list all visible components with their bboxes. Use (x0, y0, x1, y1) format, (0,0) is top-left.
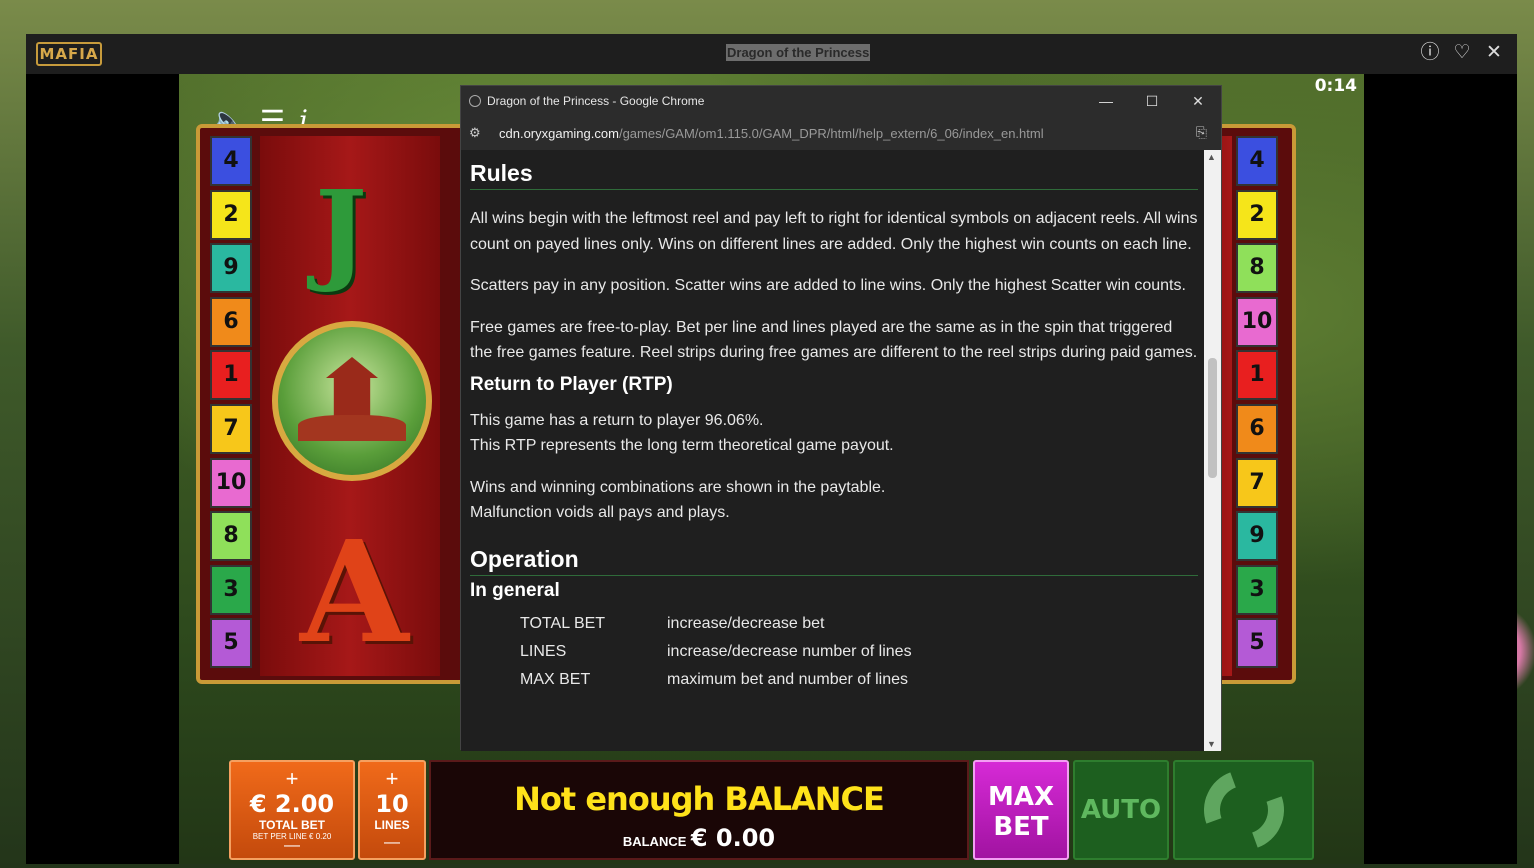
info-icon[interactable]: ⓘ (1419, 42, 1441, 64)
symbol-j: J (315, 166, 368, 295)
symbol-pagoda-bridge (272, 321, 432, 481)
globe-icon (469, 95, 481, 107)
rules-paragraph-1: All wins begin with the leftmost reel an… (470, 210, 1198, 253)
rules-paragraph-3: Free games are free-to-play. Bet per lin… (470, 318, 1198, 362)
rtp-paragraph-2: This RTP represents the long term theore… (470, 437, 894, 454)
table-desc: increase/decrease bet (667, 614, 825, 632)
address-bar[interactable]: ⚙ cdn.oryxgaming.com/games/GAM/om1.115.0… (461, 116, 1221, 150)
right-line-number[interactable]: 6 (1236, 403, 1278, 454)
right-line-numbers: 4 2 8 10 1 6 7 9 3 5 (1236, 136, 1280, 672)
table-row: MAX BET maximum bet and number of lines (510, 670, 922, 698)
spin-button[interactable] (1173, 756, 1314, 864)
table-desc: maximum bet and number of lines (667, 670, 908, 688)
minus-icon[interactable]: — (231, 838, 353, 854)
game-title: Dragon of the Princess (726, 44, 871, 61)
minus-icon[interactable]: — (360, 835, 424, 851)
total-bet-button[interactable]: + € 2.00 TOTAL BET BET PER LINE € 0.20 — (229, 760, 355, 860)
right-line-number[interactable]: 3 (1236, 564, 1278, 615)
left-line-number[interactable]: 5 (210, 618, 252, 669)
message-panel: Not enough BALANCE BALANCE € 0.00 (429, 760, 969, 860)
bridge-shape (298, 415, 406, 441)
left-line-number[interactable]: 7 (210, 403, 252, 454)
lines-button[interactable]: + 10 LINES — (358, 760, 426, 860)
window-buttons: — ☐ ✕ (1083, 86, 1221, 116)
rules-heading: Rules (470, 160, 1198, 190)
rtp-paragraph-1: This game has a return to player 96.06%. (470, 411, 764, 429)
translate-icon[interactable]: ⎘ (1196, 124, 1207, 141)
minimize-icon[interactable]: — (1083, 86, 1129, 116)
auto-button[interactable]: AUTO (1073, 760, 1169, 860)
rules-paragraph-2: Scatters pay in any position. Scatter wi… (470, 277, 1186, 294)
in-general-heading: In general (470, 579, 560, 601)
spin-icon (1190, 756, 1297, 864)
max-bet-label-2: BET (993, 812, 1049, 842)
left-line-number[interactable]: 9 (210, 243, 252, 294)
pagoda-shape (326, 357, 378, 417)
right-line-number[interactable]: 1 (1236, 350, 1278, 401)
rtp-heading: Return to Player (RTP) (470, 373, 673, 395)
plus-icon[interactable]: + (231, 768, 353, 790)
left-line-number[interactable]: 10 (210, 457, 252, 508)
game-timer: 0:14 (1314, 76, 1357, 96)
right-line-number[interactable]: 10 (1236, 296, 1278, 347)
table-key: LINES (520, 642, 567, 660)
url-path: /games/GAM/om1.115.0/GAM_DPR/html/help_e… (618, 125, 1044, 141)
reel-1: J A (260, 136, 440, 676)
scroll-up-icon[interactable]: ▲ (1207, 152, 1216, 162)
site-header: MAFIA Dragon of the Princess ⓘ ♡ ✕ (26, 34, 1517, 74)
site-settings-icon[interactable]: ⚙ (469, 125, 487, 141)
popup-window-title: Dragon of the Princess - Google Chrome (487, 94, 705, 108)
table-key: TOTAL BET (520, 614, 606, 632)
right-line-number[interactable]: 8 (1236, 243, 1278, 294)
balance-value: € 0.00 (690, 824, 776, 852)
lines-value: 10 (375, 790, 409, 818)
wins-paragraph-1: Wins and winning combinations are shown … (470, 478, 886, 496)
left-line-number[interactable]: 1 (210, 350, 252, 401)
right-line-number[interactable]: 9 (1236, 511, 1278, 562)
site-icons: ⓘ ♡ ✕ (1419, 42, 1505, 64)
right-line-number[interactable]: 2 (1236, 189, 1278, 240)
plus-icon[interactable]: + (360, 768, 424, 790)
site-logo[interactable]: MAFIA (36, 42, 102, 66)
controls-table: TOTAL BET increase/decrease bet LINES in… (510, 614, 922, 698)
url-host: cdn.oryxgaming.com (499, 125, 619, 141)
heart-icon[interactable]: ♡ (1451, 42, 1473, 64)
table-key: MAX BET (520, 670, 591, 688)
operation-heading: Operation (470, 546, 1198, 576)
scrollbar-thumb[interactable] (1208, 358, 1217, 478)
bet-value: € 2.00 (249, 790, 335, 818)
balance-label: BALANCE (622, 834, 687, 849)
scrollbar[interactable]: ▲ ▼ (1204, 150, 1221, 751)
status-message: Not enough BALANCE (514, 780, 885, 818)
help-content[interactable]: Rules All wins begin with the leftmost r… (461, 150, 1206, 751)
help-popup-window: Dragon of the Princess - Google Chrome —… (460, 85, 1222, 751)
popup-titlebar: Dragon of the Princess - Google Chrome —… (461, 86, 1221, 116)
close-icon[interactable]: ✕ (1175, 86, 1221, 116)
left-line-number[interactable]: 6 (210, 296, 252, 347)
max-bet-label-1: MAX (987, 782, 1055, 812)
symbol-a: A (300, 511, 409, 675)
left-line-number[interactable]: 4 (210, 136, 252, 186)
table-row: TOTAL BET increase/decrease bet (510, 614, 922, 642)
scroll-down-icon[interactable]: ▼ (1207, 739, 1216, 749)
max-bet-button[interactable]: MAX BET (973, 760, 1069, 860)
right-line-number[interactable]: 4 (1236, 136, 1278, 186)
lines-label: LINES (374, 818, 410, 832)
left-line-number[interactable]: 8 (210, 511, 252, 562)
left-line-numbers: 4 2 9 6 1 7 10 8 3 5 (210, 136, 254, 672)
table-desc: increase/decrease number of lines (667, 642, 912, 660)
close-icon[interactable]: ✕ (1483, 42, 1505, 64)
wins-paragraph-2: Malfunction voids all pays and plays. (470, 504, 730, 521)
maximize-icon[interactable]: ☐ (1129, 86, 1175, 116)
right-line-number[interactable]: 7 (1236, 457, 1278, 508)
left-line-number[interactable]: 2 (210, 189, 252, 240)
balance-display: BALANCE € 0.00 (431, 824, 967, 852)
table-row: LINES increase/decrease number of lines (510, 642, 922, 670)
left-line-number[interactable]: 3 (210, 564, 252, 615)
bet-label: TOTAL BET (259, 818, 325, 832)
right-line-number[interactable]: 5 (1236, 618, 1278, 669)
